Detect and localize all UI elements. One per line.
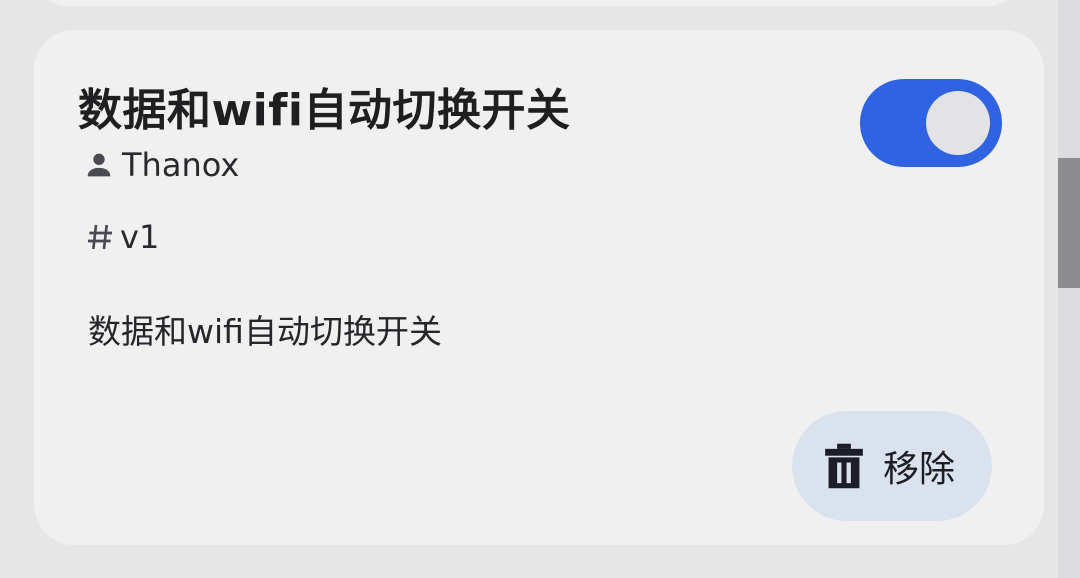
hash-icon <box>88 224 112 250</box>
trash-icon <box>825 443 863 489</box>
toggle-knob <box>926 91 990 155</box>
person-icon <box>87 153 111 177</box>
author-name: Thanox <box>122 146 240 184</box>
scrollbar-thumb[interactable] <box>1058 158 1080 288</box>
version-row: v1 <box>84 218 159 256</box>
remove-label: 移除 <box>882 449 955 490</box>
scrollbar[interactable] <box>1058 0 1080 578</box>
enable-toggle[interactable] <box>860 79 1002 167</box>
author-row: Thanox <box>82 146 239 184</box>
previous-card <box>34 0 1022 6</box>
module-title: 数据和wifi自动切换开关 <box>78 85 571 136</box>
module-description: 数据和wifi自动切换开关 <box>88 312 442 351</box>
version-text: v1 <box>120 218 160 256</box>
module-card[interactable]: 数据和wifi自动切换开关 Thanox v1 数据和wifi自动切换开关 移除 <box>34 30 1044 545</box>
remove-button[interactable]: 移除 <box>792 411 992 521</box>
screen: 数据和wifi自动切换开关 Thanox v1 数据和wifi自动切换开关 移除 <box>0 0 1080 578</box>
